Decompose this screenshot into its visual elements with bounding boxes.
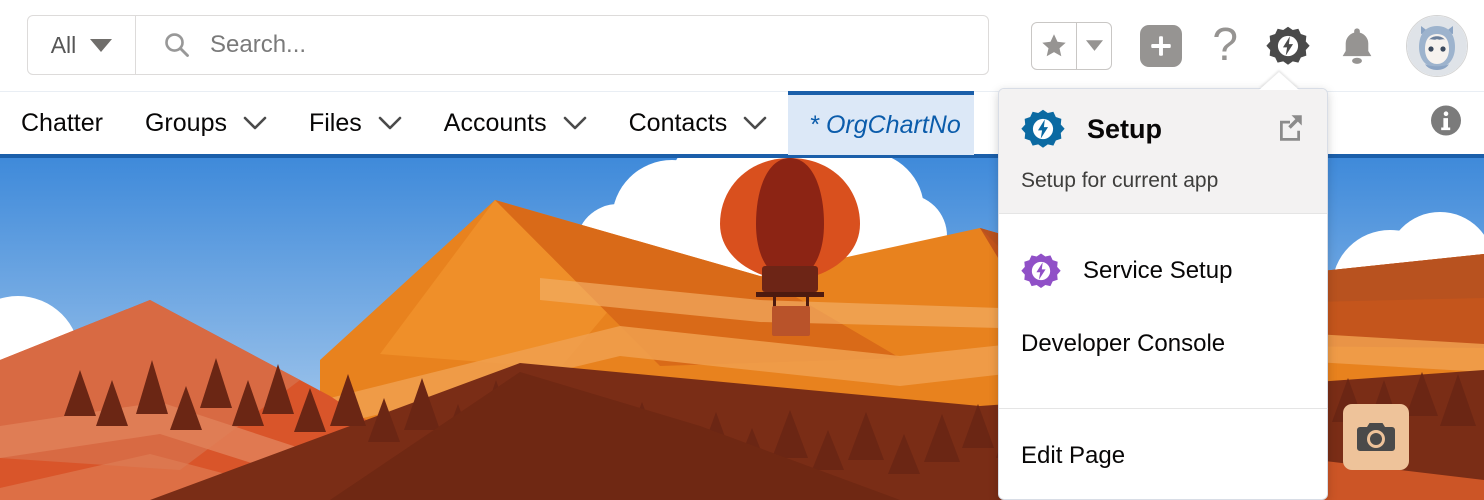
- favorites-button-group: [1031, 21, 1113, 70]
- nav-tab-contacts[interactable]: Contacts: [608, 92, 789, 155]
- global-search-box[interactable]: All Search...: [27, 15, 989, 75]
- chevron-down-icon[interactable]: [743, 116, 767, 131]
- bell-icon: [1342, 27, 1372, 64]
- caret-down-icon: [1085, 40, 1103, 51]
- nav-tab-label: Chatter: [21, 109, 103, 137]
- chevron-down-icon[interactable]: [243, 116, 267, 131]
- nav-tab-groups[interactable]: Groups: [124, 92, 288, 155]
- setup-menu-subtitle: Setup for current app: [1021, 169, 1219, 192]
- setup-menu-item-label: Developer Console: [1021, 330, 1226, 357]
- nav-tab-chatter[interactable]: Chatter: [0, 92, 124, 155]
- setup-menu-pointer: [1259, 72, 1299, 90]
- setup-dropdown-menu: Setup Setup for current app Service Setu…: [998, 88, 1328, 500]
- plus-icon: [1151, 35, 1172, 56]
- search-scope-dropdown[interactable]: All: [28, 16, 136, 74]
- salesforce-app-window: All Search... ? Chatter Groups Files Acc…: [0, 0, 1484, 500]
- setup-menu-item-developer-console[interactable]: Developer Console: [999, 306, 1327, 382]
- nav-tab-accounts[interactable]: Accounts: [423, 92, 608, 155]
- setup-button[interactable]: [1266, 24, 1310, 68]
- global-actions-button[interactable]: [1140, 24, 1183, 67]
- change-background-photo-button[interactable]: [1343, 404, 1409, 470]
- setup-menu-item-edit-page[interactable]: Edit Page: [999, 409, 1327, 499]
- nav-tab-label: Groups: [144, 109, 227, 137]
- nav-tab-orgchartnow[interactable]: * OrgChartNo: [788, 91, 975, 155]
- search-input[interactable]: Search...: [136, 16, 988, 74]
- setup-menu-header-row: Setup: [1021, 107, 1305, 151]
- gear-lightning-icon: [1021, 109, 1065, 148]
- info-icon: [1431, 105, 1461, 136]
- nav-tab-label: Contacts: [628, 109, 728, 137]
- chevron-down-icon[interactable]: [563, 116, 587, 131]
- search-scope-label: All: [50, 31, 77, 58]
- header-actions: ?: [1031, 0, 1468, 91]
- app-info-button[interactable]: [1430, 105, 1462, 142]
- setup-menu-title: Setup: [1087, 113, 1163, 144]
- chevron-down-icon[interactable]: [378, 116, 402, 131]
- search-placeholder: Search...: [210, 31, 307, 58]
- user-avatar-astro: [1407, 15, 1467, 76]
- setup-menu-item-label: Edit Page: [1021, 442, 1126, 469]
- external-link-icon: [1280, 114, 1302, 141]
- star-icon: [1042, 34, 1067, 57]
- add-to-favorites-button[interactable]: [1032, 22, 1078, 69]
- caret-down-icon: [90, 38, 113, 52]
- gear-lightning-icon: [1021, 253, 1061, 288]
- search-icon: [165, 33, 189, 57]
- nav-tab-label: Files: [308, 109, 362, 137]
- gear-lightning-icon: [1266, 26, 1310, 65]
- open-in-new-window-button[interactable]: [1275, 112, 1305, 147]
- setup-menu-item-service-setup[interactable]: Service Setup: [999, 236, 1327, 306]
- camera-icon: [1357, 423, 1395, 451]
- setup-menu-item-label: Service Setup: [1083, 257, 1233, 284]
- nav-tab-label: * OrgChartNo: [809, 110, 961, 139]
- user-profile-avatar[interactable]: [1406, 14, 1468, 77]
- nav-tab-label: Accounts: [443, 109, 547, 137]
- help-button[interactable]: ?: [1212, 21, 1238, 71]
- setup-menu-header-item[interactable]: Setup Setup for current app: [999, 89, 1327, 214]
- favorites-list-dropdown[interactable]: [1077, 23, 1111, 69]
- notifications-button[interactable]: [1338, 26, 1376, 66]
- nav-tab-files[interactable]: Files: [288, 92, 423, 155]
